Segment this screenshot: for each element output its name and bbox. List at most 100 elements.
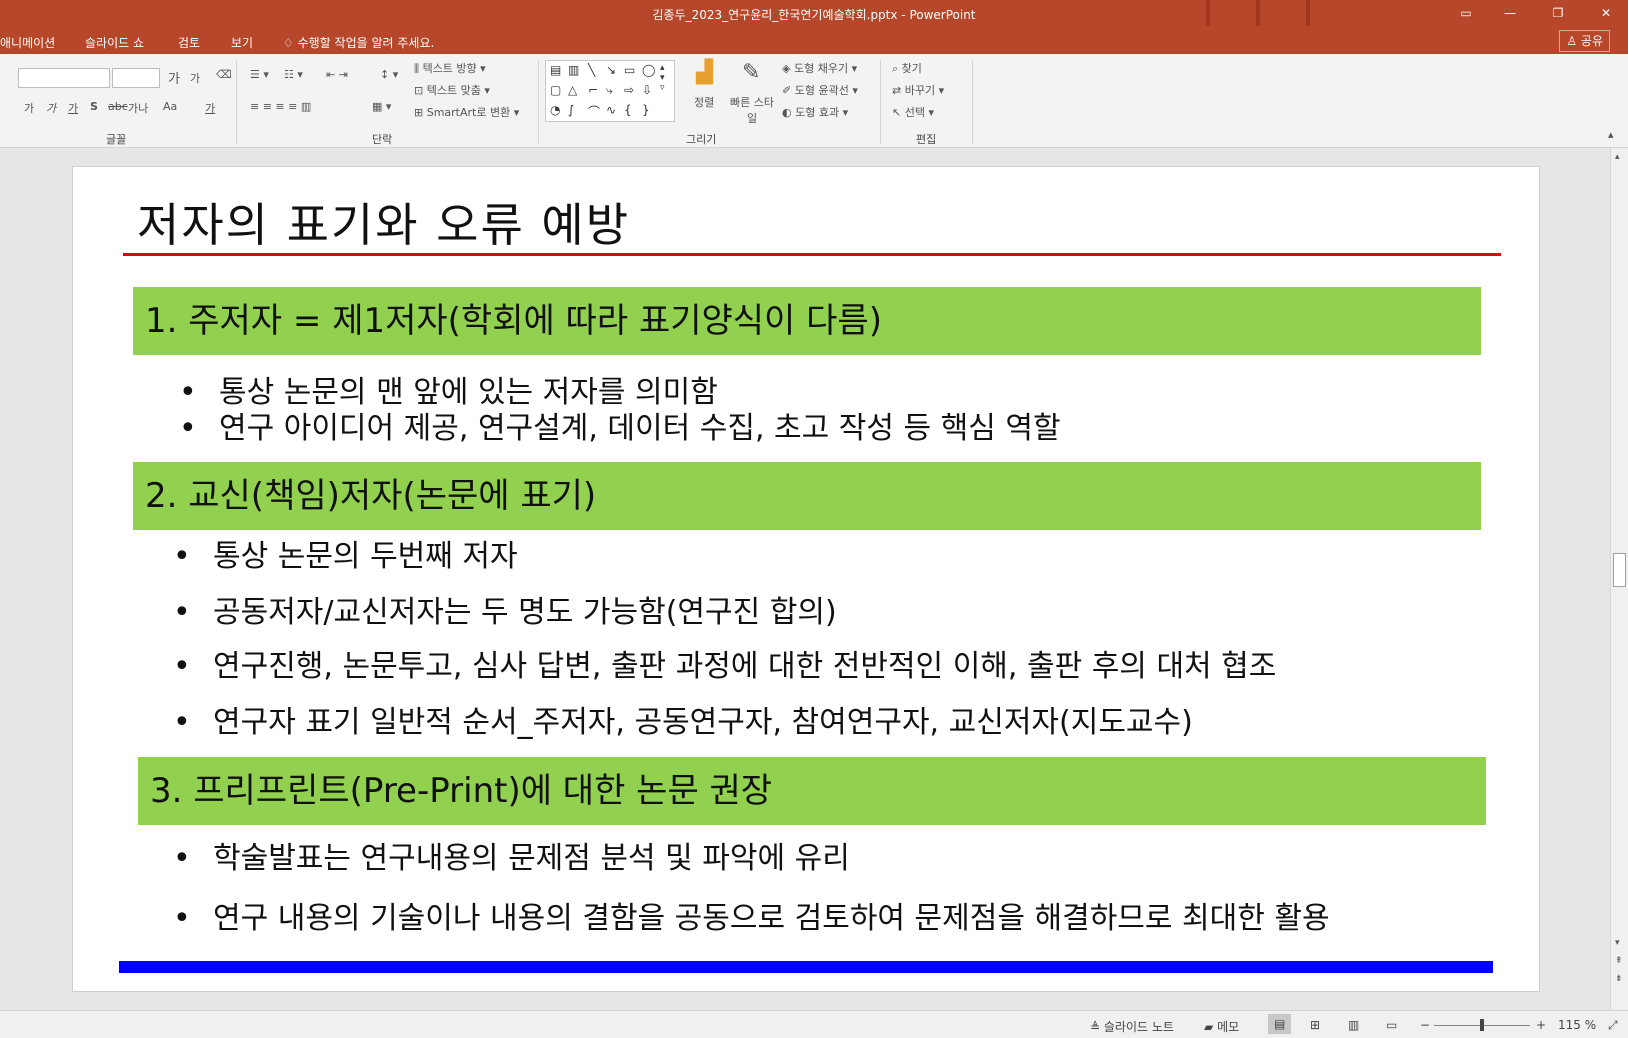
slideshow-icon[interactable]: ▭ (1386, 1018, 1397, 1032)
list-item[interactable]: • 연구진행, 논문투고, 심사 답변, 출판 과정에 대한 전반적인 이해, 출… (173, 641, 1276, 685)
bullet-text: 연구 내용의 기술이나 내용의 결함을 공동으로 검토하여 문제점을 해결하므로… (213, 901, 1330, 936)
zoom-slider-handle[interactable] (1480, 1019, 1484, 1031)
vertical-textbox-icon[interactable]: ▥ (568, 63, 579, 77)
font-family-select[interactable] (18, 68, 110, 88)
scroll-down-icon[interactable]: ▾ (1615, 938, 1620, 948)
smartart-button[interactable]: ⊞ SmartArt로 변환 ▾ (414, 104, 519, 120)
tab-review[interactable]: 검토 (178, 34, 200, 51)
section-3-heading[interactable]: 3. 프리프린트(Pre-Print)에 대한 논문 권장 (138, 757, 1486, 825)
list-item[interactable]: • 학술발표는 연구내용의 문제점 분석 및 파악에 유리 (173, 833, 850, 877)
text-direction-button[interactable]: ⫼ 텍스트 방향 ▾ (414, 60, 486, 76)
rectangle-icon[interactable]: ▭ (624, 63, 635, 77)
section-2-heading[interactable]: 2. 교신(책임)저자(논문에 표기) (133, 462, 1481, 530)
scroll-up-icon[interactable]: ▴ (1615, 152, 1620, 162)
arrange-icon[interactable]: ▟ (696, 60, 713, 85)
section-1-heading[interactable]: 1. 주저자 = 제1저자(학회에 따라 표기양식이 다름) (133, 287, 1481, 355)
ribbon-display-icon[interactable]: ▭ (1456, 3, 1476, 23)
zoom-in-button[interactable]: + (1536, 1018, 1546, 1032)
vertical-scrollbar[interactable]: ▴ ▾ ⇞ ⇟ (1610, 148, 1628, 1010)
notes-icon: ≜ (1090, 1020, 1101, 1034)
list-item[interactable]: • 연구자 표기 일반적 순서_주저자, 공동연구자, 참여연구자, 교신저자(지… (173, 697, 1193, 741)
find-button[interactable]: ⌕ 찾기 (892, 60, 922, 76)
arrange-button[interactable]: 정렬 (694, 94, 714, 110)
zoom-level[interactable]: 115 % (1558, 1018, 1596, 1032)
italic-button[interactable]: 가 (46, 100, 56, 116)
freeform-icon[interactable]: ⌒ (588, 103, 600, 120)
indent-icon[interactable]: ⇤ ⇥ (326, 68, 348, 81)
connector-icon[interactable]: ⌐ (588, 83, 598, 97)
comments-button[interactable]: ▰ 메모 (1204, 1018, 1239, 1035)
underline-button[interactable]: 가 (68, 100, 78, 116)
share-label: 공유 (1580, 34, 1603, 48)
quick-styles-icon[interactable]: ✎ (742, 60, 760, 85)
clear-format-icon[interactable]: ⌫ (216, 68, 232, 81)
fit-slide-icon[interactable]: ⤢ (1608, 1018, 1618, 1033)
columns-icon[interactable]: ▦ ▾ (372, 100, 391, 113)
tab-slideshow[interactable]: 슬라이드 쇼 (85, 34, 144, 51)
slide[interactable]: 저자의 표기와 오류 예방 1. 주저자 = 제1저자(학회에 따라 표기양식이… (72, 166, 1540, 992)
shape-outline-button[interactable]: ✐ 도형 윤곽선 ▾ (782, 82, 858, 98)
rounded-rect-icon[interactable]: ▢ (550, 83, 561, 97)
zoom-out-button[interactable]: − (1420, 1018, 1430, 1032)
tell-me-box[interactable]: ♢ 수행할 작업을 알려 주세요. (283, 34, 434, 51)
gallery-more-icon[interactable]: ▴ ▾ ▿ (660, 63, 665, 93)
tab-view[interactable]: 보기 (231, 34, 253, 51)
find-label: 찾기 (901, 62, 922, 75)
share-button[interactable]: ♙ 공유 (1559, 30, 1610, 52)
line-spacing-icon[interactable]: ↕ ▾ (380, 68, 398, 81)
curve-icon[interactable]: ∫ (568, 103, 574, 117)
char-spacing-button[interactable]: 가나 (128, 100, 148, 116)
text-align-button[interactable]: ⊡ 텍스트 맞춤 ▾ (414, 82, 490, 98)
collapse-ribbon-icon[interactable]: ▴ (1608, 128, 1614, 141)
elbow-connector-icon[interactable]: ⤷ (606, 83, 613, 98)
minimize-button[interactable]: — (1500, 3, 1520, 23)
font-color-button[interactable]: 가 (205, 100, 215, 116)
tab-animations[interactable]: 애니메이션 (0, 34, 55, 51)
down-arrow-icon[interactable]: ⇩ (642, 83, 652, 97)
list-item[interactable]: • 연구 아이디어 제공, 연구설계, 데이터 수집, 초고 작성 등 핵심 역할 (179, 403, 1061, 447)
shape-fill-button[interactable]: ◈ 도형 채우기 ▾ (782, 60, 857, 76)
brace-right-icon[interactable]: } (642, 103, 650, 117)
numbering-icon[interactable]: ☷ ▾ (284, 68, 303, 81)
replace-button[interactable]: ⇄ 바꾸기 ▾ (892, 82, 944, 98)
shape-effects-button[interactable]: ◐ 도형 효과 ▾ (782, 104, 848, 120)
close-button[interactable]: ✕ (1596, 3, 1616, 23)
strikethrough-button[interactable]: abc (108, 100, 128, 113)
cursor-icon: ↖ (892, 106, 902, 119)
scribble-icon[interactable]: ∿ (606, 103, 616, 117)
list-item[interactable]: • 통상 논문의 두번째 저자 (173, 531, 518, 575)
arrow-line-icon[interactable]: ↘ (606, 63, 616, 77)
right-arrow-icon[interactable]: ⇨ (624, 83, 634, 97)
font-shrink-button[interactable]: 가 (190, 70, 200, 86)
slide-sorter-icon[interactable]: ⊞ (1310, 1018, 1320, 1032)
prev-slide-icon[interactable]: ⇞ (1615, 956, 1623, 966)
next-slide-icon[interactable]: ⇟ (1615, 974, 1623, 984)
line-icon[interactable]: ╲ (588, 63, 595, 77)
scroll-thumb[interactable] (1613, 553, 1626, 587)
quick-styles-button[interactable]: 빠른 스타일 (730, 94, 774, 126)
align-icons[interactable]: ≡ ≡ ≡ ≡ ▥ (250, 100, 311, 113)
brace-icon[interactable]: { (624, 103, 632, 117)
font-size-select[interactable] (112, 68, 160, 88)
reading-view-icon[interactable]: ▥ (1348, 1018, 1359, 1032)
shadow-button[interactable]: S (90, 100, 98, 113)
maximize-button[interactable]: ❐ (1548, 3, 1568, 23)
bullets-icon[interactable]: ☰ ▾ (250, 68, 269, 81)
change-case-button[interactable]: Aa (163, 100, 177, 113)
bullet-dot: • (173, 901, 191, 936)
triangle-icon[interactable]: △ (568, 83, 577, 97)
oval-icon[interactable]: ◯ (642, 63, 655, 77)
list-item[interactable]: • 공동저자/교신저자는 두 명도 가능함(연구진 합의) (173, 587, 837, 631)
notes-button[interactable]: ≜ 슬라이드 노트 (1090, 1018, 1174, 1035)
shapes-gallery[interactable]: ▤ ▥ ╲ ↘ ▭ ◯ ▢ △ ⌐ ⤷ ⇨ ⇩ ◔ ∫ ⌒ ∿ { } ▴ ▾ ▿ (545, 60, 675, 122)
select-button[interactable]: ↖ 선택 ▾ (892, 104, 934, 120)
shape-fill-label: 도형 채우기 (793, 62, 849, 75)
bold-button[interactable]: 가 (24, 100, 34, 116)
bottom-rule[interactable] (119, 961, 1493, 973)
flowchart-icon[interactable]: ◔ (550, 103, 560, 117)
list-item[interactable]: • 연구 내용의 기술이나 내용의 결함을 공동으로 검토하여 문제점을 해결하므… (173, 893, 1330, 937)
textbox-icon[interactable]: ▤ (550, 63, 561, 77)
slide-title[interactable]: 저자의 표기와 오류 예방 (137, 189, 630, 255)
font-grow-button[interactable]: 가 (168, 68, 180, 87)
normal-view-icon[interactable]: ▤ (1268, 1014, 1292, 1034)
